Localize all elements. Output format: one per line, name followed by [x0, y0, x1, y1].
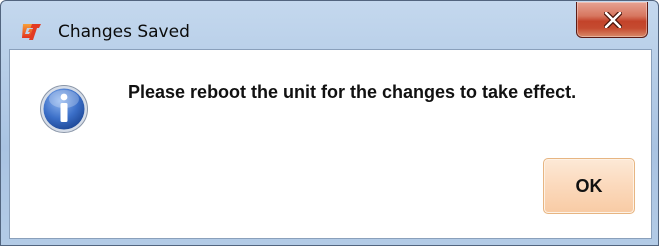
dialog-message: Please reboot the unit for the changes t…	[128, 82, 577, 102]
dialog-window: Changes Saved Please reboot the unit for…	[0, 0, 659, 246]
window-title: Changes Saved	[58, 22, 190, 42]
close-button[interactable]	[576, 2, 648, 38]
close-icon	[604, 12, 622, 28]
title-bar[interactable]: Changes Saved	[1, 1, 658, 49]
info-icon	[39, 84, 89, 134]
app-logo-icon	[20, 21, 42, 43]
ok-button[interactable]: OK	[543, 158, 635, 214]
dialog-content: Please reboot the unit for the changes t…	[9, 49, 652, 239]
